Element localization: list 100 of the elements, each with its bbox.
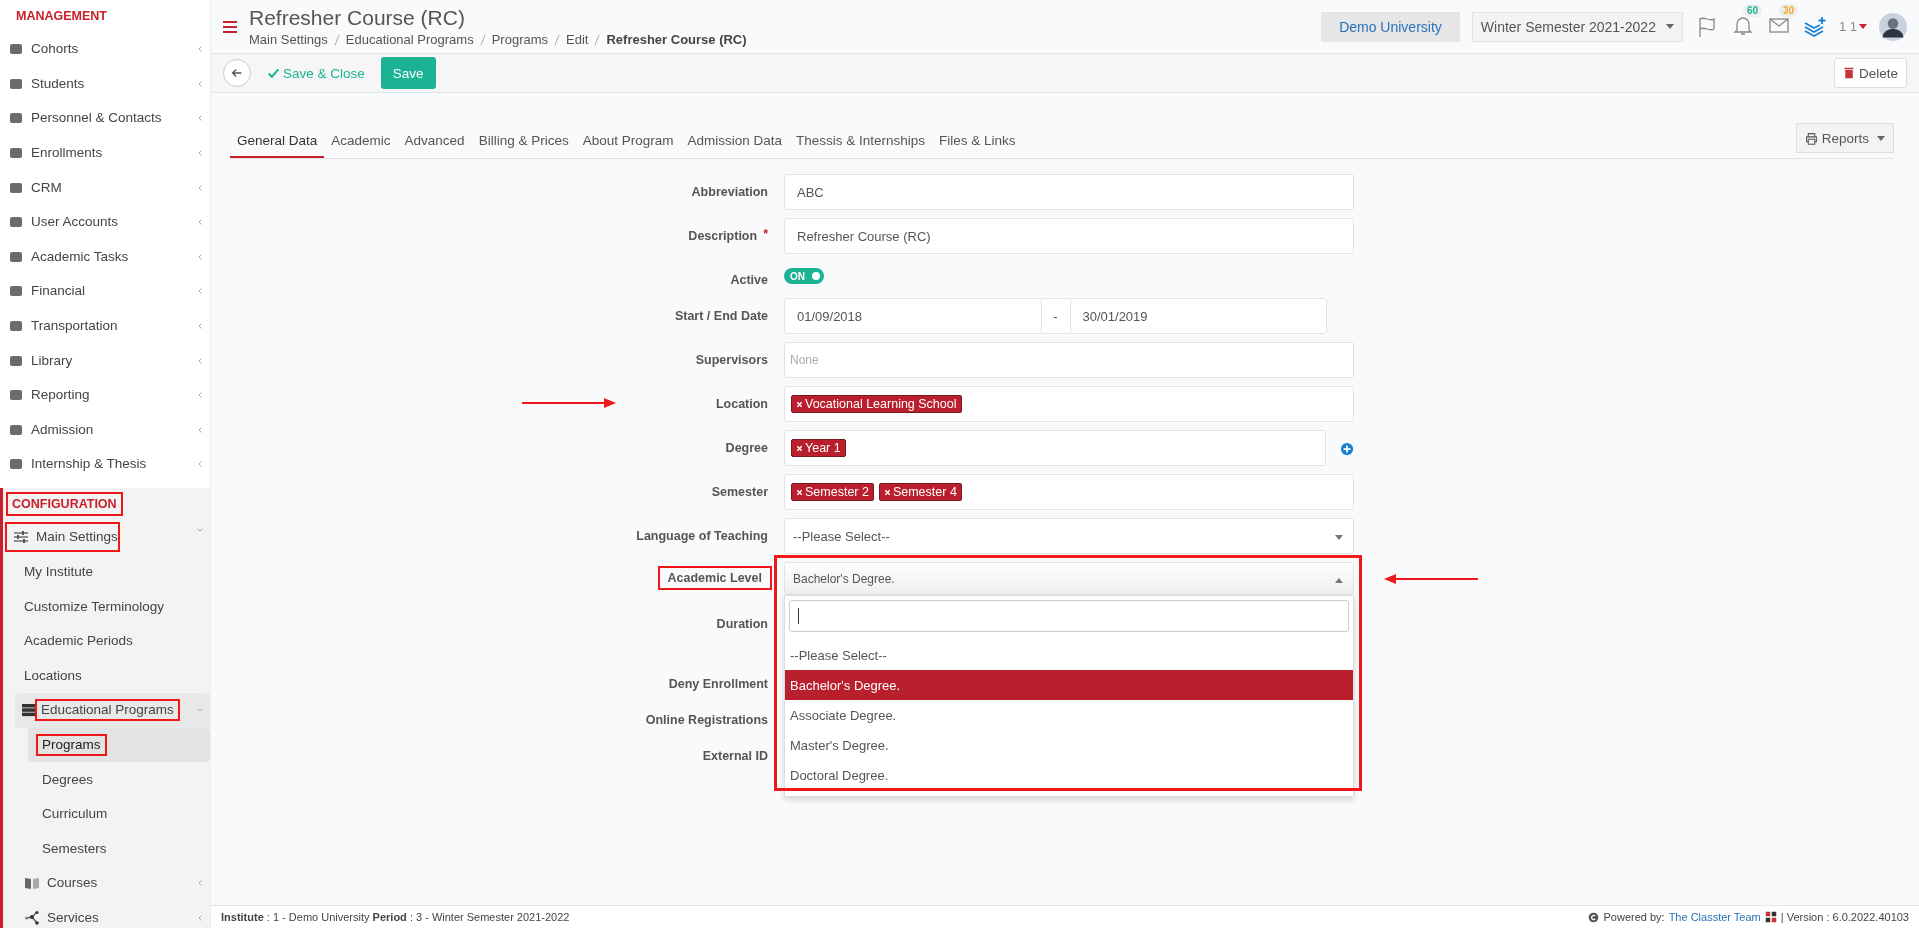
tag[interactable]: Semester 2 bbox=[791, 483, 874, 501]
copyright-icon bbox=[1588, 911, 1600, 923]
tab[interactable]: Files & Links bbox=[932, 133, 1023, 158]
tab[interactable]: Billing & Prices bbox=[471, 133, 576, 158]
layers-plus-icon[interactable] bbox=[1802, 14, 1827, 39]
sidebar-item[interactable]: Curriculum bbox=[28, 796, 210, 832]
breadcrumb[interactable]: Programs bbox=[491, 32, 549, 47]
tag[interactable]: Vocational Learning School bbox=[791, 395, 962, 413]
text-field[interactable]: ABC bbox=[784, 174, 1354, 210]
remove-icon[interactable] bbox=[796, 444, 803, 452]
add-icon[interactable] bbox=[1340, 442, 1354, 456]
tag-field[interactable]: Year 1 bbox=[784, 430, 1326, 466]
sidebar-item[interactable]: Semesters bbox=[28, 831, 210, 867]
tag[interactable]: Year 1 bbox=[791, 439, 846, 457]
tag-field[interactable]: Semester 2 Semester 4 bbox=[784, 474, 1354, 510]
date-field[interactable]: 30/01/2019 bbox=[1069, 298, 1327, 334]
back-arrow-icon bbox=[230, 66, 244, 80]
menu-icon[interactable] bbox=[223, 20, 237, 33]
institution-button[interactable]: Demo University bbox=[1321, 11, 1460, 42]
back-button[interactable] bbox=[223, 59, 251, 87]
powered-by-text: Powered by: bbox=[1603, 911, 1665, 923]
sidebar-item[interactable]: Transportation bbox=[0, 308, 210, 344]
breadcrumb-separator-icon bbox=[479, 33, 486, 46]
sidebar-item[interactable]: Services bbox=[3, 900, 210, 928]
text-field[interactable]: Refresher Course (RC) bbox=[784, 218, 1354, 254]
field-label: Semester bbox=[710, 484, 769, 501]
sidebar-item[interactable]: Educational Programs bbox=[15, 693, 210, 728]
sidebar-item[interactable]: My Institute bbox=[3, 554, 210, 590]
sidebar-item[interactable]: Academic Tasks bbox=[0, 239, 210, 275]
field-label: Active bbox=[729, 272, 769, 289]
sidebar-item[interactable]: Locations bbox=[3, 658, 210, 694]
sidebar-item[interactable]: Degrees bbox=[28, 762, 210, 797]
remove-icon[interactable] bbox=[796, 488, 803, 496]
dropdown-option[interactable]: Associate Degree. bbox=[785, 700, 1353, 730]
field-label: Abbreviation bbox=[690, 184, 769, 201]
field-label: External ID bbox=[701, 748, 769, 765]
tab[interactable]: Thessis & Internships bbox=[789, 133, 933, 158]
sidebar-item[interactable]: Enrollments bbox=[0, 135, 210, 171]
tab[interactable]: Advanced bbox=[397, 133, 472, 158]
check-icon bbox=[267, 66, 280, 80]
remove-icon[interactable] bbox=[796, 400, 803, 408]
tag-field[interactable]: Vocational Learning School bbox=[784, 386, 1354, 422]
breadcrumb[interactable]: Main Settings bbox=[249, 32, 328, 47]
dropdown-option[interactable]: Master's Degree. bbox=[785, 730, 1353, 760]
breadcrumb: Refresher Course (RC) bbox=[606, 32, 747, 47]
sidebar-item[interactable]: Reporting bbox=[0, 377, 210, 413]
search-field[interactable] bbox=[789, 600, 1349, 632]
item-label: Financial bbox=[30, 282, 87, 301]
logo-icon bbox=[1764, 911, 1777, 923]
tag[interactable]: Semester 4 bbox=[878, 483, 962, 501]
dropdown-option[interactable]: Doctoral Degree. bbox=[785, 760, 1353, 790]
select-field[interactable]: --Please Select-- bbox=[784, 518, 1354, 554]
breadcrumb[interactable]: Edit bbox=[566, 32, 589, 47]
required-mark: * bbox=[763, 226, 768, 242]
tab[interactable]: About Program bbox=[575, 133, 681, 158]
sidebar-item[interactable]: Financial bbox=[0, 274, 210, 309]
sidebar-item[interactable]: Academic Periods bbox=[3, 623, 210, 659]
team-link[interactable]: The Classter Team bbox=[1668, 911, 1761, 923]
period-select[interactable]: Winter Semester 2021-2022 bbox=[1471, 11, 1683, 42]
item-label: Courses bbox=[46, 874, 99, 893]
version-text: | Version : 6.0.2022.40103 bbox=[1780, 911, 1909, 923]
field-label: Language of Teaching bbox=[635, 528, 769, 545]
message-count: 30 bbox=[1778, 4, 1799, 17]
sidebar-item[interactable]: Main Settings bbox=[5, 521, 120, 552]
breadcrumb[interactable]: Educational Programs bbox=[345, 32, 474, 47]
item-label: Internship & Thesis bbox=[30, 455, 148, 474]
sidebar-item[interactable]: User Accounts bbox=[0, 204, 210, 240]
footer-info: Institute : 1 - Demo University Period : 3 - Winter Semester 2021-2022 bbox=[221, 911, 570, 923]
sidebar-item[interactable]: Programs bbox=[28, 727, 210, 763]
sidebar-item[interactable]: Internship & Thesis bbox=[0, 447, 210, 482]
select-field[interactable]: Bachelor's Degree. bbox=[784, 562, 1354, 595]
sidebar-item[interactable]: Customize Terminology bbox=[3, 589, 210, 624]
sidebar-item[interactable]: CRM bbox=[0, 170, 210, 205]
remove-icon[interactable] bbox=[883, 488, 891, 496]
field-label: Supervisors bbox=[694, 352, 769, 369]
printer-icon bbox=[1804, 131, 1818, 145]
sidebar-item[interactable]: Courses bbox=[3, 866, 210, 901]
date-field[interactable]: 01/09/2018 bbox=[784, 298, 1042, 334]
item-label: Enrollments bbox=[30, 144, 104, 163]
item-label: Admission bbox=[30, 420, 95, 439]
item-label: Locations bbox=[23, 666, 83, 685]
sidebar-item[interactable]: Cohorts bbox=[0, 32, 210, 67]
item-label: Degrees bbox=[41, 770, 95, 789]
tab[interactable]: General Data bbox=[230, 133, 325, 158]
dropdown-option[interactable]: Bachelor's Degree. bbox=[785, 670, 1353, 700]
reports-button[interactable]: Reports bbox=[1795, 123, 1894, 153]
avatar-icon[interactable] bbox=[1879, 12, 1907, 41]
sidebar-item[interactable]: Admission bbox=[0, 412, 210, 448]
dropdown-option[interactable]: --Please Select-- bbox=[785, 640, 1353, 670]
tab[interactable]: Academic bbox=[324, 133, 398, 158]
tab[interactable]: Admission Data bbox=[680, 133, 789, 158]
item-label: Academic Tasks bbox=[30, 247, 130, 266]
sidebar-item[interactable]: Personnel & Contacts bbox=[0, 101, 210, 136]
item-label: CRM bbox=[30, 178, 63, 197]
delete-button[interactable]: Delete bbox=[1833, 58, 1907, 88]
sidebar-item[interactable]: Library bbox=[0, 343, 210, 378]
field-label: Deny Enrollment bbox=[667, 676, 769, 693]
date-separator: - bbox=[1041, 298, 1070, 334]
sidebar-item[interactable]: Students bbox=[0, 66, 210, 102]
notification-count: 60 bbox=[1742, 4, 1763, 17]
